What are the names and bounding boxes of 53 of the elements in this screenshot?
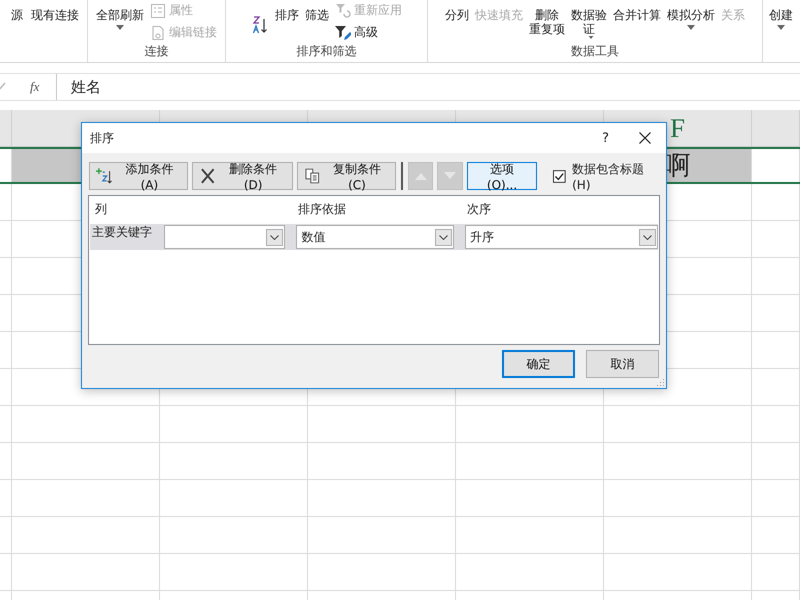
group-label: 连接 [144, 44, 168, 58]
ribbon-button[interactable]: 分列 [445, 0, 469, 42]
dialog-button[interactable]: 确定 [502, 350, 575, 378]
dropdown-field[interactable]: 升序 [465, 225, 658, 249]
caret-icon [586, 36, 594, 39]
caret-icon [687, 25, 695, 30]
ribbon-button[interactable]: 合并计算 [613, 0, 661, 42]
ribbon-button[interactable]: 全部刷新 [96, 0, 144, 42]
dropdown-field[interactable]: 数值 [296, 225, 454, 249]
copy-icon [304, 168, 322, 184]
delete-icon [199, 168, 217, 184]
caret-icon [116, 25, 124, 30]
group-label: 数据工具 [571, 44, 619, 58]
ribbon-button[interactable]: 创建 [769, 0, 793, 42]
checkbox[interactable] [553, 170, 566, 182]
header-checkbox[interactable]: 数据包含标题(H) [553, 160, 660, 192]
ribbon-button[interactable]: 高级 [335, 23, 402, 42]
column-heading: 列 [95, 202, 107, 216]
help-button[interactable]: ? [602, 130, 609, 146]
function-label[interactable]: fx [30, 79, 40, 95]
caret-icon [777, 25, 785, 30]
down-arrow-icon [444, 172, 456, 180]
ribbon-button[interactable]: 排序 [275, 0, 299, 42]
document-link-icon [150, 24, 166, 40]
dialog-title: 排序 [90, 130, 114, 144]
group-label: 排序和筛选 [296, 44, 356, 58]
close-icon[interactable] [639, 132, 651, 144]
funnel-refresh-icon [335, 2, 351, 18]
funnel-pencil-icon [335, 24, 351, 40]
ribbon-button[interactable]: 模拟分析 [667, 0, 715, 42]
dropdown-field[interactable] [164, 225, 285, 249]
resize-grip-icon[interactable] [656, 378, 665, 387]
sort-key-label: 主要关键字 [92, 225, 152, 239]
chevron-down-icon [270, 234, 279, 240]
toolbar-button[interactable]: 添加条件(A) [89, 162, 188, 190]
ribbon-button[interactable]: 筛选 [305, 0, 329, 42]
toolbar-button[interactable]: 复制条件(C) [296, 162, 396, 190]
column-heading: 排序依据 [298, 202, 346, 216]
add-sort-icon [96, 168, 114, 184]
chevron-down-icon [439, 234, 448, 240]
ribbon-button[interactable]: 数据验 证 [571, 0, 607, 42]
ribbon-button[interactable]: 删除 重复项 [529, 0, 565, 42]
ribbon-button[interactable]: 现有连接 [31, 0, 79, 42]
formula-input[interactable]: 姓名 [56, 74, 800, 100]
chevron-down-icon [643, 234, 652, 240]
dialog-button[interactable]: 取消 [586, 350, 659, 378]
sort-descending-icon[interactable] [251, 16, 269, 34]
options-button[interactable]: 选项(O)... [466, 162, 538, 190]
up-arrow-icon [414, 172, 427, 180]
list-icon [150, 2, 166, 18]
column-heading: 次序 [467, 202, 491, 216]
ribbon-button[interactable]: 源 [11, 0, 23, 42]
toolbar-button[interactable]: 删除条件(D) [192, 162, 293, 190]
